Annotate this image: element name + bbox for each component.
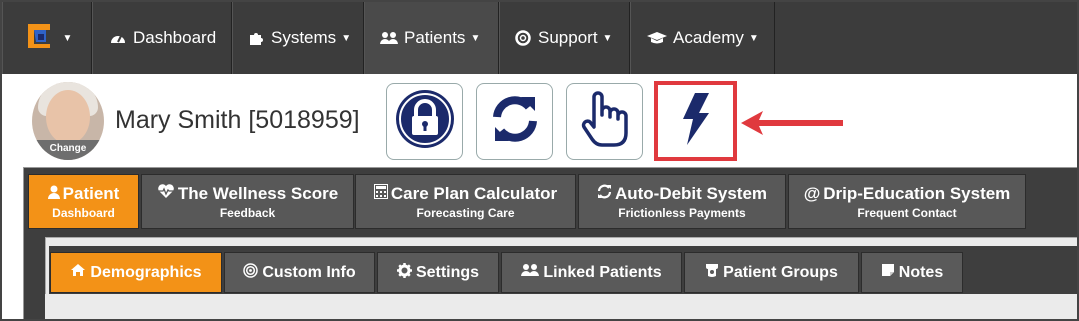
- subtab-label: Notes: [898, 263, 944, 281]
- subtab-label: Demographics: [90, 263, 202, 281]
- demographics-content: [45, 294, 1077, 319]
- nav-label: Support: [538, 28, 598, 47]
- home-icon: [70, 263, 86, 282]
- logo-menu-button[interactable]: ▼: [2, 2, 92, 74]
- patient-avatar[interactable]: Change: [32, 82, 104, 160]
- tab-patient-dashboard[interactable]: Patient Dashboard: [28, 174, 139, 229]
- nav-support[interactable]: Support ▼: [499, 2, 630, 74]
- chevron-down-icon: ▼: [341, 32, 352, 44]
- tab-label: Care Plan Calculator: [390, 184, 558, 203]
- subtab-notes[interactable]: Notes: [861, 252, 963, 293]
- subtab-patient-groups[interactable]: Patient Groups: [684, 252, 859, 293]
- patient-name: Mary Smith [5018959]: [115, 106, 360, 134]
- tab-sublabel: Forecasting Care: [416, 206, 515, 220]
- tab-wellness-score[interactable]: The Wellness Score Feedback: [141, 174, 354, 229]
- subtab-custom-info[interactable]: Custom Info: [224, 252, 375, 293]
- users-icon: [521, 263, 540, 282]
- heartbeat-icon: [157, 184, 175, 204]
- tab-label: Drip-Education System: [823, 184, 1011, 203]
- refresh-button[interactable]: [476, 83, 553, 160]
- tab-label: Auto-Debit System: [614, 184, 768, 203]
- user-icon: [47, 184, 60, 204]
- nav-systems[interactable]: Systems ▼: [232, 2, 364, 74]
- tachometer-icon: [109, 29, 127, 47]
- sticky-note-icon: [881, 263, 895, 282]
- tab-sublabel: Dashboard: [52, 206, 115, 220]
- puzzle-icon: [247, 29, 265, 47]
- calculator-icon: [373, 184, 388, 204]
- tab-label: Patient: [62, 184, 120, 203]
- users-icon: [380, 29, 398, 47]
- avatar-change-label[interactable]: Change: [32, 140, 104, 160]
- arrow-left-icon: [739, 109, 845, 142]
- chevron-down-icon: ▼: [470, 32, 481, 44]
- bolt-icon: [681, 91, 711, 152]
- subtab-demographics[interactable]: Demographics: [50, 252, 222, 293]
- app-window: ▼ Dashboard Systems ▼ Patients ▼ Support…: [0, 0, 1079, 321]
- refresh-icon: [597, 184, 612, 204]
- nav-patients[interactable]: Patients ▼: [364, 2, 499, 74]
- nav-label: Dashboard: [133, 28, 217, 47]
- nav-dashboard[interactable]: Dashboard: [92, 2, 232, 74]
- tab-drip-education-system[interactable]: @ Drip-Education System Frequent Contact: [788, 174, 1026, 229]
- tab-sublabel: Frequent Contact: [857, 206, 957, 220]
- nav-label: Academy: [673, 28, 744, 47]
- subtab-label: Settings: [415, 263, 480, 281]
- lifebuoy-icon: [514, 29, 532, 47]
- top-navbar: ▼ Dashboard Systems ▼ Patients ▼ Support…: [2, 2, 1077, 74]
- chevron-down-icon: ▼: [602, 32, 613, 44]
- chevron-down-icon: ▼: [62, 32, 73, 44]
- tab-sublabel: Feedback: [219, 206, 276, 220]
- at-icon: @: [803, 184, 821, 203]
- lock-button[interactable]: [386, 83, 463, 160]
- tab-auto-debit-system[interactable]: Auto-Debit System Frictionless Payments: [578, 174, 786, 229]
- graduation-cap-icon: [647, 29, 667, 47]
- lock-icon: [394, 88, 456, 155]
- nav-academy[interactable]: Academy ▼: [630, 2, 775, 74]
- bullseye-icon: [243, 262, 259, 283]
- nav-label: Patients: [404, 28, 466, 47]
- tab-sublabel: Frictionless Payments: [618, 206, 746, 220]
- subtab-settings[interactable]: Settings: [377, 252, 499, 293]
- bolt-button[interactable]: [654, 81, 737, 161]
- subtab-linked-patients[interactable]: Linked Patients: [501, 252, 682, 293]
- app-logo-icon: [22, 20, 58, 57]
- subtab-label: Custom Info: [262, 263, 356, 281]
- hand-pointer-icon: [580, 89, 630, 154]
- refresh-icon: [487, 91, 543, 152]
- cog-icon: [396, 262, 412, 283]
- group-icon: [705, 263, 719, 283]
- hand-pointer-button[interactable]: [566, 83, 643, 160]
- subtab-label: Linked Patients: [543, 263, 662, 281]
- nav-label: Systems: [271, 28, 337, 47]
- subtab-label: Patient Groups: [723, 263, 838, 281]
- tab-care-plan-calculator[interactable]: Care Plan Calculator Forecasting Care: [355, 174, 576, 229]
- tab-label: The Wellness Score: [177, 184, 339, 203]
- chevron-down-icon: ▼: [748, 32, 759, 44]
